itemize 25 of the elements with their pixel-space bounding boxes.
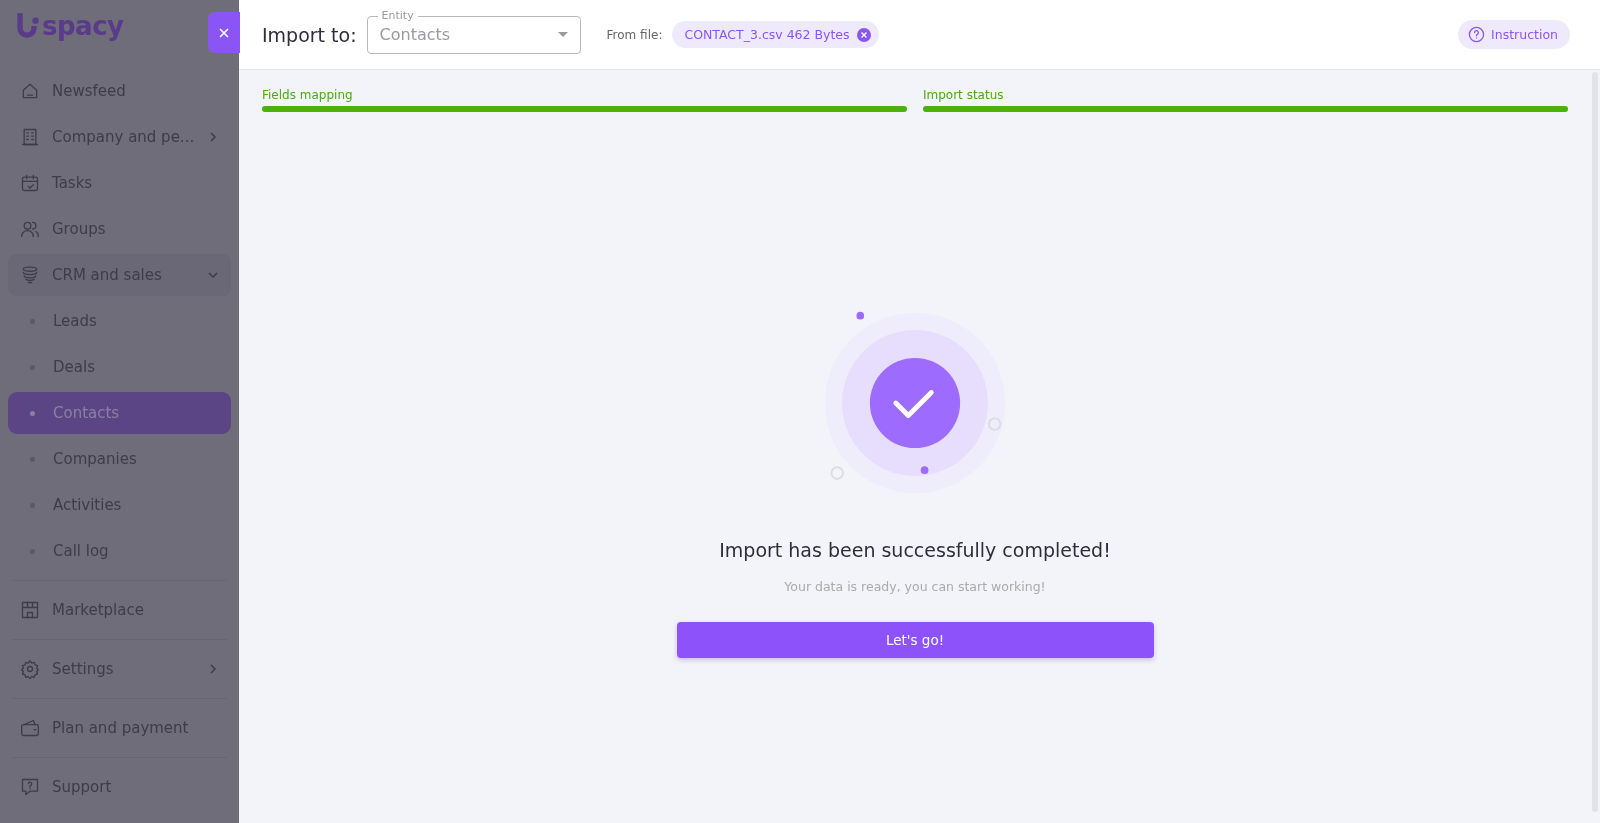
- stack-icon: [20, 265, 40, 285]
- wallet-icon: [20, 718, 40, 738]
- import-title: Import to:: [262, 23, 357, 46]
- lets-go-button[interactable]: Let's go!: [676, 622, 1154, 658]
- people-icon: [20, 219, 40, 239]
- close-button[interactable]: [208, 12, 240, 53]
- gear-icon: [20, 659, 40, 679]
- step-label: Import status: [923, 88, 1005, 102]
- caret-icon: [557, 31, 568, 38]
- success-title: Import has been successfully completed!: [719, 539, 1111, 561]
- close-icon: [218, 26, 230, 39]
- help-icon: [20, 777, 40, 797]
- remove-icon[interactable]: [856, 27, 871, 42]
- from-file-label: From file:: [606, 27, 663, 42]
- help-icon: [1468, 26, 1486, 43]
- success-subtitle: Your data is ready, you can start working!: [784, 579, 1046, 594]
- building-icon: [20, 127, 40, 147]
- home-icon: [20, 81, 40, 101]
- nav-subitem[interactable]: Contacts: [8, 392, 231, 434]
- logo-icon: [14, 11, 40, 41]
- calendar-icon: [20, 173, 40, 193]
- file-name: CONTACT_3.csv 462 Bytes: [684, 27, 850, 42]
- step-label: Fields mapping: [262, 88, 354, 102]
- instruction-button[interactable]: Instruction: [1458, 20, 1570, 49]
- store-icon: [20, 600, 40, 620]
